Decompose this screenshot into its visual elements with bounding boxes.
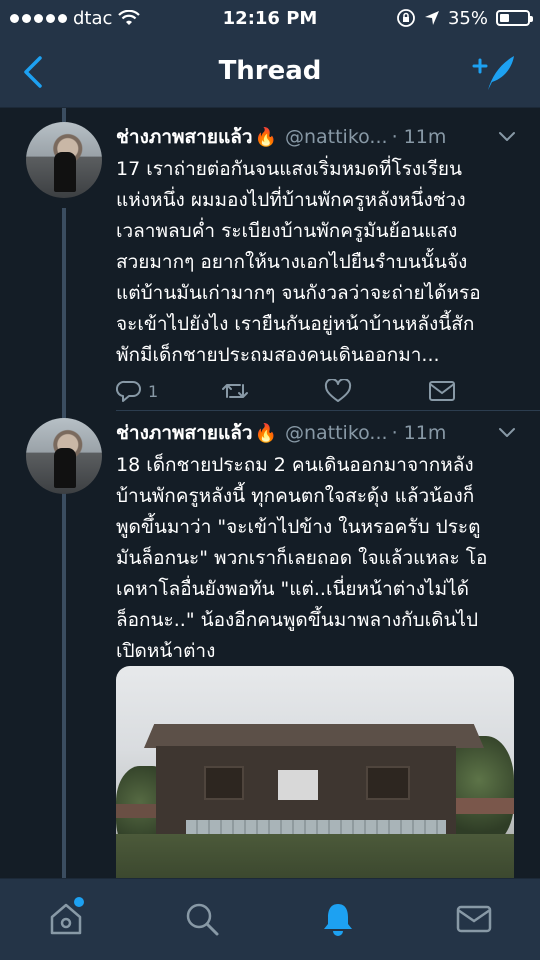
nav-bar: Thread bbox=[0, 36, 540, 108]
user-handle: @nattiko... bbox=[284, 126, 388, 148]
like-button[interactable] bbox=[324, 379, 428, 403]
reply-count: 1 bbox=[148, 381, 159, 401]
fire-emoji: 🔥 bbox=[254, 126, 277, 148]
tweet-time: · 11m bbox=[391, 422, 447, 444]
battery-fill bbox=[500, 14, 510, 22]
tweet-divider bbox=[116, 410, 540, 411]
tab-search[interactable] bbox=[180, 897, 224, 941]
compose-button[interactable] bbox=[470, 50, 518, 94]
tweet-photo[interactable] bbox=[116, 666, 514, 878]
tweet-header: ช่างภาพสายแล้ว 🔥 @nattiko... · 11m bbox=[116, 418, 520, 448]
reply-icon bbox=[116, 380, 141, 402]
chevron-down-icon[interactable] bbox=[498, 128, 516, 146]
status-left: dtac bbox=[10, 7, 141, 29]
status-bar: dtac 12:16 PM 35% bbox=[0, 0, 540, 36]
status-right: 35% bbox=[396, 7, 533, 29]
avatar[interactable] bbox=[26, 418, 102, 494]
envelope-icon bbox=[429, 381, 455, 401]
tweet-text: 17 เราถ่ายต่อกันจนแสงเริ่มหมดที่โรงเรียน… bbox=[116, 158, 481, 366]
tweet-header: ช่างภาพสายแล้ว 🔥 @nattiko... · 11m bbox=[116, 122, 520, 152]
avatar[interactable] bbox=[26, 122, 102, 198]
home-unread-dot bbox=[74, 897, 84, 907]
tweet-time: · 11m bbox=[391, 126, 447, 148]
user-name[interactable]: ช่างภาพสายแล้ว bbox=[116, 418, 253, 448]
tab-home[interactable] bbox=[44, 897, 88, 941]
tab-messages[interactable] bbox=[452, 897, 496, 941]
fire-emoji: 🔥 bbox=[254, 422, 277, 444]
retweet-icon bbox=[222, 384, 248, 398]
heart-icon bbox=[324, 379, 352, 402]
direct-message-button[interactable] bbox=[428, 380, 456, 402]
tab-notifications[interactable] bbox=[316, 897, 360, 941]
page-title: Thread bbox=[218, 56, 322, 86]
chevron-down-icon[interactable] bbox=[498, 424, 516, 442]
thread-list[interactable]: ช่างภาพสายแล้ว 🔥 @nattiko... · 11m 17 เร… bbox=[0, 108, 540, 878]
location-arrow-icon bbox=[424, 11, 439, 25]
tab-bar bbox=[0, 878, 540, 960]
thread-connector-top bbox=[62, 108, 66, 122]
user-name[interactable]: ช่างภาพสายแล้ว bbox=[116, 122, 253, 152]
user-handle: @nattiko... bbox=[284, 422, 388, 444]
carrier-name: dtac bbox=[73, 7, 113, 29]
tweet-item[interactable]: ช่างภาพสายแล้ว 🔥 @nattiko... · 11m 17 เร… bbox=[0, 122, 540, 422]
reply-button[interactable]: 1 bbox=[116, 379, 220, 403]
tweet-item[interactable]: ช่างภาพสายแล้ว 🔥 @nattiko... · 11m 18 เด… bbox=[0, 418, 540, 878]
bell-icon bbox=[324, 904, 352, 936]
battery-percent: 35% bbox=[447, 7, 488, 29]
orientation-lock-icon bbox=[397, 9, 415, 27]
tweet-actions: 1 bbox=[116, 376, 476, 406]
signal-strength-icon bbox=[10, 13, 67, 23]
compose-tweet-icon bbox=[472, 56, 514, 90]
search-icon bbox=[186, 903, 219, 936]
mail-icon bbox=[456, 905, 492, 933]
retweet-button[interactable] bbox=[220, 379, 324, 403]
battery-icon bbox=[496, 10, 533, 26]
wifi-icon bbox=[118, 10, 141, 25]
tweet-text: 18 เด็กชายประถม 2 คนเดินออกมาจากหลัง บ้า… bbox=[116, 454, 488, 662]
